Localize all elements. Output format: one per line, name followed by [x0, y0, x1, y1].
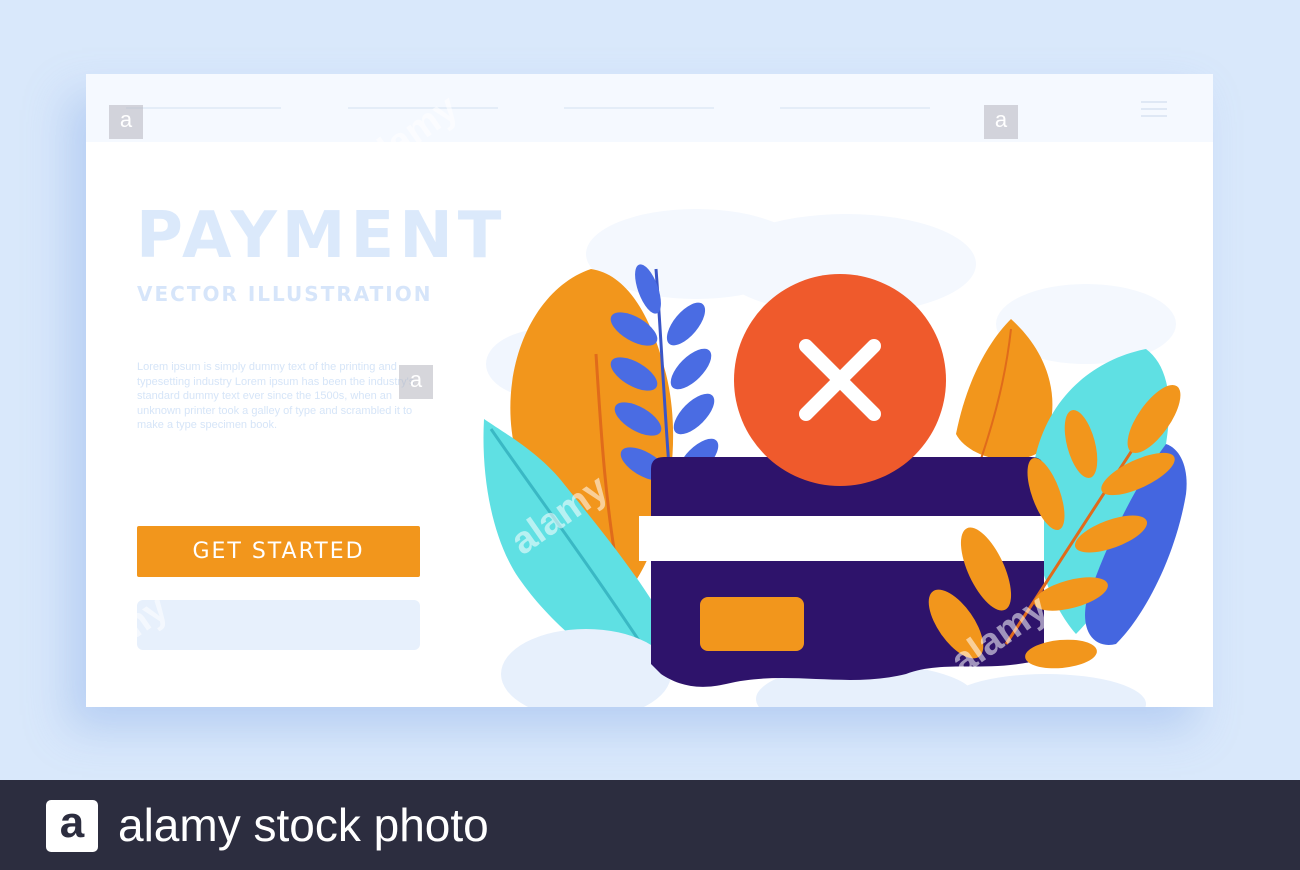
landing-page-window: PAYMENT VECTOR ILLUSTRATION Lorem ipsum …	[86, 74, 1213, 707]
watermark-badge: a	[109, 105, 143, 139]
stock-photo-footer: a alamy stock photo	[0, 780, 1300, 870]
close-icon	[734, 274, 946, 486]
footer-brand-text: alamy stock photo	[118, 799, 489, 851]
alamy-logo-icon: a	[46, 800, 98, 852]
payment-illustration	[483, 209, 1187, 707]
watermark-badge: a	[984, 105, 1018, 139]
watermark-badge: a	[399, 365, 433, 399]
